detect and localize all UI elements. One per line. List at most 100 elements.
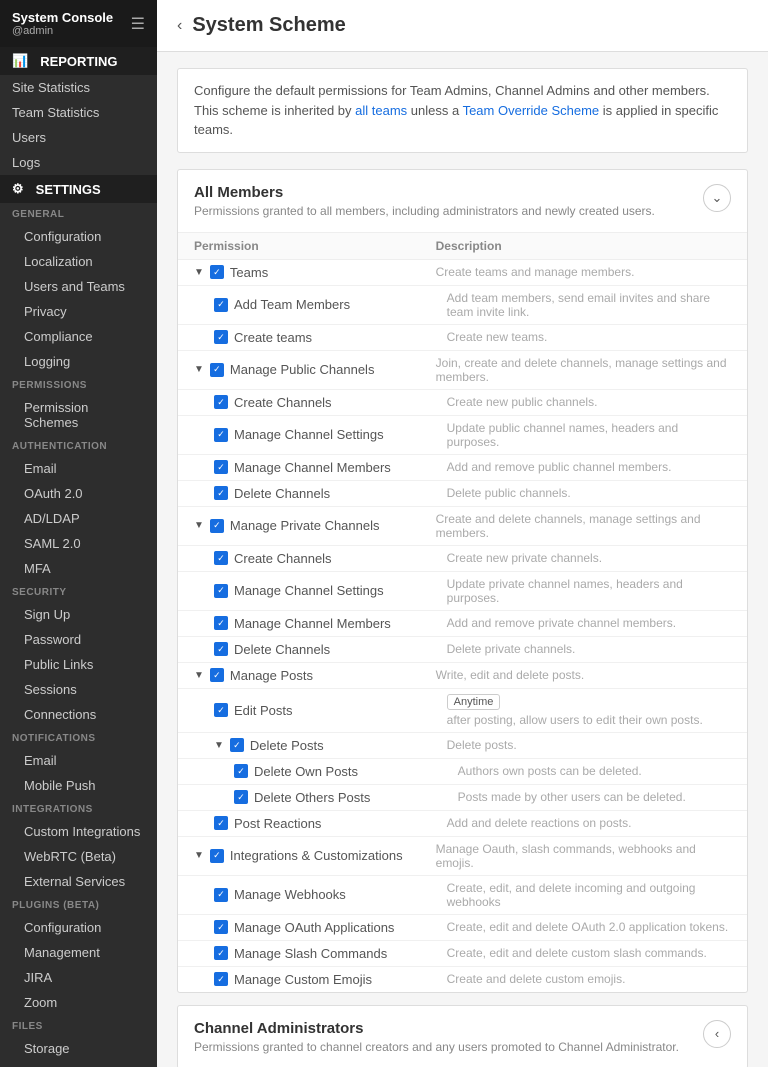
checkbox-delete-channels-private[interactable]: [214, 642, 228, 656]
main-body: Configure the default permissions for Te…: [157, 52, 768, 1067]
sidebar-item-sign-up[interactable]: Sign Up: [0, 602, 157, 627]
sidebar-item-mobile-push[interactable]: Mobile Push: [0, 773, 157, 798]
checkbox-manage-public-channels[interactable]: [210, 363, 224, 377]
sidebar-item-mfa[interactable]: MFA: [0, 556, 157, 581]
checkbox-manage-slash-commands[interactable]: [214, 946, 228, 960]
sidebar-item-external-services[interactable]: External Services: [0, 869, 157, 894]
sidebar-item-localization[interactable]: Localization: [0, 249, 157, 274]
checkbox-create-teams[interactable]: [214, 330, 228, 344]
checkbox-create-channels-private[interactable]: [214, 551, 228, 565]
sidebar-item-jira[interactable]: JIRA: [0, 965, 157, 990]
perm-manage-channel-members-private-desc: Add and remove private channel members.: [447, 616, 731, 630]
sidebar-item-privacy[interactable]: Privacy: [0, 299, 157, 324]
back-arrow-icon[interactable]: ‹: [177, 17, 182, 35]
perm-manage-webhooks-desc: Create, edit, and delete incoming and ou…: [447, 881, 731, 909]
sidebar-item-custom-integrations[interactable]: Custom Integrations: [0, 819, 157, 844]
expand-manage-posts-icon[interactable]: ▼: [194, 670, 204, 681]
perm-manage-webhooks-label: Manage Webhooks: [234, 887, 346, 902]
perm-delete-channels-private-label: Delete Channels: [234, 642, 330, 657]
sidebar-item-logs[interactable]: Logs: [0, 150, 157, 175]
checkbox-manage-custom-emojis[interactable]: [214, 972, 228, 986]
checkbox-edit-posts[interactable]: [214, 703, 228, 717]
sidebar-item-connections[interactable]: Connections: [0, 702, 157, 727]
sidebar-header: System Console @admin ☰: [0, 0, 157, 47]
checkbox-delete-others-posts[interactable]: [234, 790, 248, 804]
sidebar-item-password[interactable]: Password: [0, 627, 157, 652]
checkbox-delete-posts[interactable]: [230, 738, 244, 752]
sidebar-item-public-links[interactable]: Public Links: [0, 652, 157, 677]
sidebar-item-users[interactable]: Users: [0, 125, 157, 150]
info-link-team-override[interactable]: Team Override Scheme: [463, 103, 600, 118]
checkbox-delete-channels-public[interactable]: [214, 486, 228, 500]
sidebar-item-zoom[interactable]: Zoom: [0, 990, 157, 1015]
hamburger-icon[interactable]: ☰: [131, 14, 145, 34]
console-title: System Console: [12, 10, 113, 25]
checkbox-post-reactions[interactable]: [214, 816, 228, 830]
expand-public-channels-icon[interactable]: ▼: [194, 364, 204, 375]
sidebar-item-webrtc-beta[interactable]: WebRTC (Beta): [0, 844, 157, 869]
sidebar-section-settings[interactable]: ⚙SETTINGS: [0, 175, 157, 203]
perm-edit-posts-label: Edit Posts: [234, 703, 293, 718]
checkbox-manage-channel-settings-private[interactable]: [214, 584, 228, 598]
perm-teams-label: Teams: [230, 265, 268, 280]
table-header: Permission Description: [178, 233, 747, 260]
checkbox-manage-channel-members-private[interactable]: [214, 616, 228, 630]
sidebar-item-logging[interactable]: Logging: [0, 349, 157, 374]
all-members-collapse-btn[interactable]: ⌄: [703, 184, 731, 212]
sidebar-item-email[interactable]: Email: [0, 456, 157, 481]
perm-delete-channels-public-desc: Delete public channels.: [447, 486, 731, 500]
perm-manage-posts-desc: Write, edit and delete posts.: [436, 668, 731, 682]
checkbox-manage-private-channels[interactable]: [210, 519, 224, 533]
sidebar-item-team-statistics[interactable]: Team Statistics: [0, 100, 157, 125]
sidebar-item-users-and-teams[interactable]: Users and Teams: [0, 274, 157, 299]
perm-create-channels-private: Create Channels Create new private chann…: [178, 546, 747, 572]
checkbox-manage-channel-settings-public[interactable]: [214, 428, 228, 442]
perm-manage-public-channels-label: Manage Public Channels: [230, 362, 375, 377]
checkbox-manage-webhooks[interactable]: [214, 888, 228, 902]
sidebar-item-storage[interactable]: Storage: [0, 1036, 157, 1061]
perm-create-channels-public: Create Channels Create new public channe…: [178, 390, 747, 416]
expand-delete-posts-icon[interactable]: ▼: [214, 740, 224, 751]
expand-private-channels-icon[interactable]: ▼: [194, 520, 204, 531]
sidebar-item-site-statistics[interactable]: Site Statistics: [0, 75, 157, 100]
channel-admins-collapse-btn[interactable]: ‹: [703, 1020, 731, 1048]
perm-delete-channels-public-label: Delete Channels: [234, 486, 330, 501]
perm-manage-channel-settings-private: Manage Channel Settings Update private c…: [178, 572, 747, 611]
checkbox-integrations[interactable]: [210, 849, 224, 863]
perm-integrations: ▼ Integrations & Customizations Manage O…: [178, 837, 747, 876]
channel-admins-header: Channel Administrators Permissions grant…: [178, 1006, 747, 1067]
sidebar-item-oauth-2.0[interactable]: OAuth 2.0: [0, 481, 157, 506]
perm-delete-posts: ▼ Delete Posts Delete posts.: [178, 733, 747, 759]
sidebar-item-permission-schemes[interactable]: Permission Schemes: [0, 395, 157, 435]
sidebar-section-reporting[interactable]: 📊REPORTING: [0, 47, 157, 75]
checkbox-create-channels-public[interactable]: [214, 395, 228, 409]
perm-delete-own-posts-desc: Authors own posts can be deleted.: [458, 764, 731, 778]
sidebar-item-sessions[interactable]: Sessions: [0, 677, 157, 702]
perm-manage-slash-commands-label: Manage Slash Commands: [234, 946, 387, 961]
perm-manage-oauth: Manage OAuth Applications Create, edit a…: [178, 915, 747, 941]
sidebar-item-configuration[interactable]: Configuration: [0, 915, 157, 940]
checkbox-teams[interactable]: [210, 265, 224, 279]
checkbox-delete-own-posts[interactable]: [234, 764, 248, 778]
sidebar-item-configuration[interactable]: Configuration: [0, 224, 157, 249]
sidebar-item-saml-2.0[interactable]: SAML 2.0: [0, 531, 157, 556]
perm-manage-channel-members-private: Manage Channel Members Add and remove pr…: [178, 611, 747, 637]
perm-manage-channel-settings-public: Manage Channel Settings Update public ch…: [178, 416, 747, 455]
perm-teams: ▼ Teams Create teams and manage members.: [178, 260, 747, 286]
sidebar-item-management[interactable]: Management: [0, 940, 157, 965]
checkbox-manage-posts[interactable]: [210, 668, 224, 682]
anytime-badge[interactable]: Anytime: [447, 694, 501, 710]
checkbox-manage-oauth[interactable]: [214, 920, 228, 934]
col-description-header: Description: [436, 239, 731, 253]
checkbox-add-team-members[interactable]: [214, 298, 228, 312]
expand-teams-icon[interactable]: ▼: [194, 267, 204, 278]
expand-integrations-icon[interactable]: ▼: [194, 850, 204, 861]
sidebar-item-compliance[interactable]: Compliance: [0, 324, 157, 349]
perm-manage-public-channels-desc: Join, create and delete channels, manage…: [436, 356, 731, 384]
info-link-all-teams[interactable]: all teams: [355, 103, 407, 118]
sidebar-item-ad/ldap[interactable]: AD/LDAP: [0, 506, 157, 531]
all-members-title: All Members: [194, 184, 655, 201]
sidebar-item-email[interactable]: Email: [0, 748, 157, 773]
checkbox-manage-channel-members-public[interactable]: [214, 460, 228, 474]
perm-integrations-desc: Manage Oauth, slash commands, webhooks a…: [436, 842, 731, 870]
